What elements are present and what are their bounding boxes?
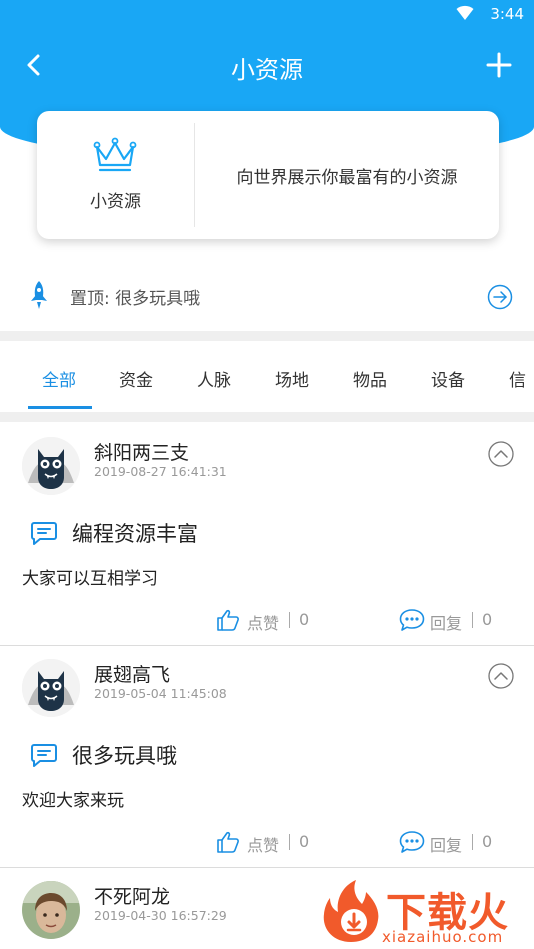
user-name[interactable]: 斜阳两三支 xyxy=(94,438,189,465)
tab-venue[interactable]: 场地 xyxy=(275,366,309,391)
user-name[interactable]: 不死阿龙 xyxy=(94,882,170,909)
post-body: 大家可以互相学习 xyxy=(22,569,158,589)
bat-avatar-icon xyxy=(22,437,80,495)
like-label[interactable]: 点赞 xyxy=(247,832,279,856)
flame-logo-icon xyxy=(323,880,379,942)
status-time: 3:44 xyxy=(490,5,524,23)
section-separator xyxy=(0,331,534,341)
reply-bubble-icon[interactable] xyxy=(399,608,425,632)
section-separator xyxy=(0,412,534,422)
intro-card: 小资源 向世界展示你最富有的小资源 xyxy=(37,111,499,239)
avatar[interactable] xyxy=(22,437,80,495)
tab-funds[interactable]: 资金 xyxy=(119,366,153,391)
chevron-up-circle-icon[interactable] xyxy=(488,441,514,467)
card-description: 向世界展示你最富有的小资源 xyxy=(236,168,458,188)
post-time: 2019-08-27 16:41:31 xyxy=(94,464,227,479)
reply-count: 0 xyxy=(482,832,493,851)
avatar[interactable] xyxy=(22,881,80,939)
card-name: 小资源 xyxy=(90,192,141,212)
watermark-url: xiazaihuo.com xyxy=(382,928,504,946)
post-time: 2019-04-30 16:57:29 xyxy=(94,908,227,923)
comment-icon xyxy=(31,522,57,545)
user-name[interactable]: 展翅高飞 xyxy=(94,660,170,687)
divider xyxy=(472,612,473,628)
divider xyxy=(289,612,290,628)
page-title: 小资源 xyxy=(231,56,303,84)
pinned-text: 置顶: 很多玩具哦 xyxy=(70,289,201,309)
post-time: 2019-05-04 11:45:08 xyxy=(94,686,227,701)
arrow-right-circle-icon[interactable] xyxy=(487,284,513,310)
divider xyxy=(289,834,290,850)
post-card[interactable]: 展翅高飞 2019-05-04 11:45:08 很多玩具哦 欢迎大家来玩 点赞… xyxy=(0,644,534,868)
tab-info[interactable]: 信 xyxy=(509,366,526,391)
like-label[interactable]: 点赞 xyxy=(247,610,279,634)
reply-bubble-icon[interactable] xyxy=(399,830,425,854)
pinned-notice[interactable]: 置顶: 很多玩具哦 xyxy=(0,270,534,326)
like-count: 0 xyxy=(299,610,310,629)
divider xyxy=(472,834,473,850)
add-icon[interactable] xyxy=(484,48,514,82)
like-count: 0 xyxy=(299,832,310,851)
tab-contacts[interactable]: 人脉 xyxy=(197,366,231,391)
chevron-up-circle-icon[interactable] xyxy=(488,663,514,689)
wifi-icon xyxy=(456,5,474,20)
comment-icon xyxy=(31,744,57,767)
card-brand: 小资源 xyxy=(37,111,194,239)
photo-avatar-icon xyxy=(22,881,80,939)
crown-icon xyxy=(93,137,137,172)
avatar[interactable] xyxy=(22,659,80,717)
reply-count: 0 xyxy=(482,610,493,629)
tab-items[interactable]: 物品 xyxy=(353,366,387,391)
bat-avatar-icon xyxy=(22,659,80,717)
post-title: 很多玩具哦 xyxy=(72,744,177,768)
thumbs-up-icon[interactable] xyxy=(216,830,240,854)
thumbs-up-icon[interactable] xyxy=(216,608,240,632)
tab-all[interactable]: 全部 xyxy=(42,366,76,391)
tab-equipment[interactable]: 设备 xyxy=(431,366,465,391)
tab-active-indicator xyxy=(28,406,92,409)
category-tabs: 全部 资金 人脉 场地 物品 设备 信 xyxy=(0,342,534,410)
watermark: 下载火 xiazaihuo.com xyxy=(316,878,534,949)
reply-label[interactable]: 回复 xyxy=(430,832,462,856)
post-body: 欢迎大家来玩 xyxy=(22,791,124,811)
app-screen: 3:44 小资源 小资源 向世界展示你最富有的小资源 置顶: 很多玩具哦 全部 … xyxy=(0,0,534,949)
rocket-icon xyxy=(31,281,47,309)
reply-label[interactable]: 回复 xyxy=(430,610,462,634)
post-card[interactable]: 斜阳两三支 2019-08-27 16:41:31 编程资源丰富 大家可以互相学… xyxy=(0,422,534,646)
post-title: 编程资源丰富 xyxy=(72,522,198,546)
status-bar: 3:44 xyxy=(0,0,534,28)
